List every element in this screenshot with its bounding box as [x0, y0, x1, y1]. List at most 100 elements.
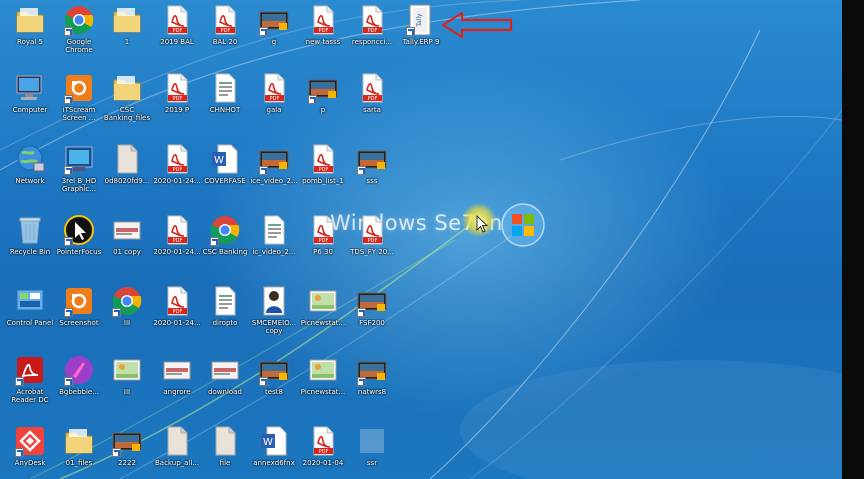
svg-text:PDF: PDF: [368, 238, 378, 244]
desktop[interactable]: Windows Se7en Royal 5 Google Chrome 1 PDF 20…: [0, 0, 842, 479]
thumb-icon: [209, 354, 241, 386]
desktop-icon[interactable]: g: [249, 2, 299, 68]
desktop-icon[interactable]: AnyDesk: [5, 423, 55, 479]
desktop-icon[interactable]: PDF sarta: [347, 70, 397, 136]
mouse-pointer-icon: [476, 215, 488, 233]
desktop-icon[interactable]: PDF BAL 20: [200, 2, 250, 68]
desktop-icon[interactable]: Acrobat Reader DC: [5, 352, 55, 418]
desktop-icon[interactable]: PDF new tasss: [298, 2, 348, 68]
desktop-icon[interactable]: FSF200: [347, 283, 397, 349]
desktop-icon[interactable]: 0d8020fd9...: [102, 141, 152, 207]
desktop-icon[interactable]: 01 copy: [102, 212, 152, 278]
shortcut-arrow-icon: [112, 308, 121, 317]
video-icon: [258, 354, 290, 386]
desktop-icon-label: iTScream Screen ...: [62, 106, 96, 122]
desktop-icon[interactable]: PDF 2020-01-24...: [152, 283, 202, 349]
desktop-icon-label: SMCEMEIO... copy: [251, 319, 297, 335]
desktop-icon[interactable]: 3rel B_HD Graphic...: [54, 141, 104, 207]
desktop-icon[interactable]: diropto: [200, 283, 250, 349]
desktop-icon-label: 01_files: [65, 459, 93, 467]
desktop-icon[interactable]: III: [102, 283, 152, 349]
desktop-icon[interactable]: CHNHOT: [200, 70, 250, 136]
desktop-icon[interactable]: ice_video_2...: [249, 141, 299, 207]
desktop-icon-label: new tasss: [305, 38, 341, 46]
desktop-icon[interactable]: file: [200, 423, 250, 479]
desktop-icon-label: 2020-01-24...: [153, 248, 201, 256]
desktop-icon[interactable]: CSC Banking_files: [102, 70, 152, 136]
desktop-icon[interactable]: PDF gala: [249, 70, 299, 136]
desktop-icon[interactable]: p: [298, 70, 348, 136]
desktop-icon[interactable]: Wannexd6fnx: [249, 423, 299, 479]
desktop-icon[interactable]: Picnewstat...: [298, 352, 348, 418]
desktop-icon[interactable]: Bgbebble...: [54, 352, 104, 418]
anydesk-icon: [14, 425, 46, 457]
blank-icon: [111, 143, 143, 175]
desktop-icon[interactable]: Tally Tally.ERP 9: [396, 2, 446, 68]
desktop-icon-label: ssr: [366, 459, 378, 467]
desktop-icon[interactable]: PointerFocus: [54, 212, 104, 278]
desktop-icon[interactable]: Control Panel: [5, 283, 55, 349]
desktop-icon-label: TDS_FY 20...: [350, 248, 394, 256]
desktop-icon-label: Bgbebble...: [59, 388, 99, 396]
svg-text:PDF: PDF: [173, 96, 183, 102]
desktop-icon[interactable]: angrore: [152, 352, 202, 418]
desktop-icon-label: Acrobat Reader DC: [11, 388, 49, 404]
desktop-icon[interactable]: PDF 2020-01-24...: [152, 141, 202, 207]
pdf-icon: PDF: [307, 425, 339, 457]
desktop-icon-label: Screenshot: [59, 319, 99, 327]
desktop-icon[interactable]: ic_video_2...: [249, 212, 299, 278]
desktop-icon[interactable]: natwrs8: [347, 352, 397, 418]
pdf-icon: PDF: [307, 143, 339, 175]
desktop-icon-label: Control Panel: [6, 319, 54, 327]
desktop-icon[interactable]: test8: [249, 352, 299, 418]
desktop-icon[interactable]: W COVERFASE: [200, 141, 250, 207]
svg-text:W: W: [263, 437, 273, 448]
desktop-icon[interactable]: Recycle Bin: [5, 212, 55, 278]
shortcut-arrow-icon: [308, 95, 317, 104]
desktop-icon[interactable]: Network: [5, 141, 55, 207]
pdf-icon: PDF: [356, 214, 388, 246]
acrobat-icon: [14, 354, 46, 386]
desktop-icon[interactable]: PDF TDS_FY 20...: [347, 212, 397, 278]
desktop-icon[interactable]: III: [102, 352, 152, 418]
pdf-icon: PDF: [258, 72, 290, 104]
shortcut-arrow-icon: [357, 377, 366, 386]
desktop-icon-label: ic_video_2...: [252, 248, 296, 256]
shortcut-arrow-icon: [259, 166, 268, 175]
desktop-icon[interactable]: PDF 2019 P: [152, 70, 202, 136]
desktop-icon[interactable]: CSC Banking: [200, 212, 250, 278]
shortcut-arrow-icon: [259, 27, 268, 36]
desktop-icon[interactable]: PDF P6 30: [298, 212, 348, 278]
desktop-icon-label: natwrs8: [357, 388, 387, 396]
desktop-icon[interactable]: SMCEMEIO... copy: [249, 283, 299, 349]
pdf-icon: PDF: [161, 143, 193, 175]
thumb-icon: [111, 214, 143, 246]
desktop-icon[interactable]: PDF 2020-01-04: [298, 423, 348, 479]
desktop-icon[interactable]: ssr: [347, 423, 397, 479]
shortcut-arrow-icon: [64, 27, 73, 36]
desktop-icon-label: responcci...: [351, 38, 393, 46]
shortcut-arrow-icon: [64, 95, 73, 104]
desktop-icon[interactable]: iTScream Screen ...: [54, 70, 104, 136]
desktop-icon[interactable]: PDF 2020-01-24...: [152, 212, 202, 278]
desktop-icon[interactable]: 1: [102, 2, 152, 68]
desktop-icon[interactable]: download: [200, 352, 250, 418]
desktop-icon[interactable]: Screenshot: [54, 283, 104, 349]
shortcut-arrow-icon: [406, 27, 415, 36]
desktop-icon[interactable]: PDF pomb_list_1: [298, 141, 348, 207]
desktop-icon[interactable]: PDF 2019 BAL: [152, 2, 202, 68]
shortcut-arrow-icon: [64, 377, 73, 386]
desktop-icon[interactable]: Picnewstat...: [298, 283, 348, 349]
desktop-icon[interactable]: Computer: [5, 70, 55, 136]
video-icon: [356, 354, 388, 386]
desktop-icon[interactable]: 01_files: [54, 423, 104, 479]
desktop-icon[interactable]: Royal 5: [5, 2, 55, 68]
desktop-icon[interactable]: Backup_all...: [152, 423, 202, 479]
chrome-icon: [209, 214, 241, 246]
chrome-icon: [111, 285, 143, 317]
desktop-icon[interactable]: sss: [347, 141, 397, 207]
desktop-icon[interactable]: PDF responcci...: [347, 2, 397, 68]
desktop-icon[interactable]: 2222: [102, 423, 152, 479]
desktop-icon[interactable]: Google Chrome: [54, 2, 104, 68]
shortcut-arrow-icon: [259, 377, 268, 386]
